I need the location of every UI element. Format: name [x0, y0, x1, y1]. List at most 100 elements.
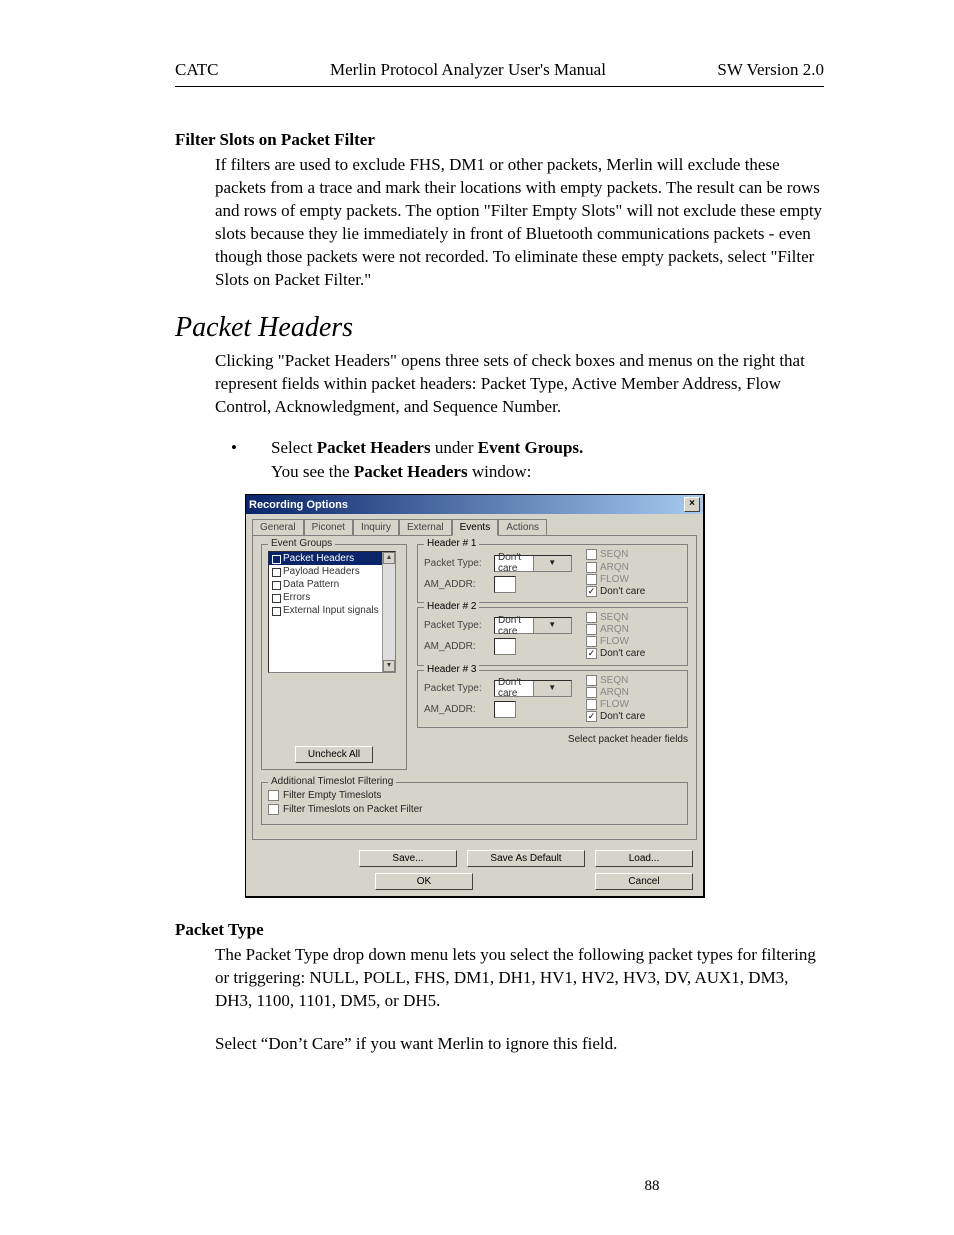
seqn-checkbox-3[interactable] [586, 675, 597, 686]
flag-label: SEQN [600, 612, 628, 623]
header-2-fieldset: Header # 2 Packet Type: Don't care ▼ [417, 607, 688, 666]
arqn-checkbox-3[interactable] [586, 687, 597, 698]
sub-prefix: You see the [271, 462, 354, 481]
arqn-checkbox-2[interactable] [586, 624, 597, 635]
checkbox-label: Filter Timeslots on Packet Filter [283, 804, 422, 815]
flow-checkbox-2[interactable] [586, 636, 597, 647]
flag-label: ARQN [600, 624, 629, 635]
flag-label: FLOW [600, 574, 629, 585]
filter-empty-timeslots-checkbox[interactable] [268, 790, 279, 801]
list-item[interactable]: Payload Headers [269, 565, 395, 578]
sub-suffix: window: [468, 462, 532, 481]
dontcare-checkbox-1[interactable]: ✓ [586, 586, 597, 597]
list-item[interactable]: Packet Headers [269, 552, 395, 565]
select-packet-header-fields-link[interactable]: Select packet header fields [417, 734, 688, 745]
page-number: 88 [175, 1178, 954, 1195]
header-2-legend: Header # 2 [424, 601, 479, 612]
tab-actions[interactable]: Actions [498, 519, 547, 535]
header-1-fieldset: Header # 1 Packet Type: Don't care ▼ [417, 544, 688, 603]
packet-type-combo-3[interactable]: Don't care ▼ [494, 680, 572, 697]
header-3-legend: Header # 3 [424, 664, 479, 675]
tab-events[interactable]: Events [452, 519, 499, 536]
packet-type-combo-1[interactable]: Don't care ▼ [494, 555, 572, 572]
combo-value: Don't care [495, 677, 533, 699]
checkbox-label: Filter Empty Timeslots [283, 791, 381, 802]
chevron-down-icon[interactable]: ▼ [533, 618, 572, 633]
seqn-checkbox-2[interactable] [586, 612, 597, 623]
dontcare-checkbox-3[interactable]: ✓ [586, 711, 597, 722]
am-addr-input-3[interactable] [494, 701, 516, 718]
save-as-default-button[interactable]: Save As Default [467, 850, 585, 867]
list-item[interactable]: External Input signals [269, 604, 395, 617]
list-item[interactable]: Errors [269, 591, 395, 604]
additional-timeslot-fieldset: Additional Timeslot Filtering Filter Emp… [261, 782, 688, 824]
sub-you-see: You see the Packet Headers window: [271, 462, 824, 482]
packet-type-body1: The Packet Type drop down menu lets you … [215, 944, 824, 1013]
flag-label: Don't care [600, 649, 645, 660]
filter-slots-body: If filters are used to exclude FHS, DM1 … [215, 154, 824, 292]
packet-type-combo-2[interactable]: Don't care ▼ [494, 617, 572, 634]
packet-type-body2: Select “Don’t Care” if you want Merlin t… [215, 1033, 824, 1056]
dialog-title: Recording Options [249, 499, 348, 511]
tab-piconet[interactable]: Piconet [304, 519, 353, 535]
flag-label: SEQN [600, 550, 628, 561]
bullet-bold2: Event Groups. [478, 438, 584, 457]
dialog-titlebar[interactable]: Recording Options × [246, 495, 703, 514]
tabs-row: GeneralPiconetInquiryExternalEventsActio… [246, 514, 703, 535]
am-addr-label: AM_ADDR: [424, 641, 490, 652]
packet-headers-intro: Clicking "Packet Headers" opens three se… [215, 350, 824, 419]
list-scrollbar[interactable]: ▲ ▼ [382, 552, 395, 672]
bullet-prefix: Select [271, 438, 317, 457]
am-addr-input-2[interactable] [494, 638, 516, 655]
event-groups-list[interactable]: Packet Headers Payload Headers Data Patt… [268, 551, 396, 673]
header-1-legend: Header # 1 [424, 538, 479, 549]
header-left: CATC [175, 60, 218, 80]
packet-type-label: Packet Type: [424, 620, 490, 631]
ok-button[interactable]: OK [375, 873, 473, 890]
chevron-down-icon[interactable]: ▼ [533, 556, 572, 571]
scroll-down-icon[interactable]: ▼ [383, 660, 395, 672]
header-center: Merlin Protocol Analyzer User's Manual [218, 60, 717, 80]
tab-external[interactable]: External [399, 519, 452, 535]
flow-checkbox-1[interactable] [586, 574, 597, 585]
recording-options-dialog: Recording Options × GeneralPiconetInquir… [245, 494, 705, 897]
packet-type-label: Packet Type: [424, 558, 490, 569]
header-right: SW Version 2.0 [717, 60, 824, 80]
event-groups-legend: Event Groups [268, 538, 335, 549]
am-addr-label: AM_ADDR: [424, 704, 490, 715]
combo-value: Don't care [495, 552, 533, 574]
flag-label: ARQN [600, 687, 629, 698]
scroll-up-icon[interactable]: ▲ [383, 552, 395, 564]
running-header: CATC Merlin Protocol Analyzer User's Man… [175, 60, 824, 87]
cancel-button[interactable]: Cancel [595, 873, 693, 890]
sub-bold: Packet Headers [354, 462, 468, 481]
am-addr-input-1[interactable] [494, 576, 516, 593]
arqn-checkbox-1[interactable] [586, 562, 597, 573]
flag-label: Don't care [600, 711, 645, 722]
packet-type-heading: Packet Type [175, 920, 824, 940]
bullet-select-packet-headers: •Select Packet Headers under Event Group… [271, 438, 824, 458]
tab-panel-events: Event Groups Packet Headers Payload Head… [252, 535, 697, 839]
close-icon[interactable]: × [684, 497, 700, 512]
flow-checkbox-3[interactable] [586, 699, 597, 710]
bullet-mid: under [431, 438, 478, 457]
flag-label: ARQN [600, 562, 629, 573]
flag-label: Don't care [600, 586, 645, 597]
tab-general[interactable]: General [252, 519, 304, 535]
filter-slots-heading: Filter Slots on Packet Filter [175, 130, 824, 150]
packet-type-label: Packet Type: [424, 683, 490, 694]
seqn-checkbox-1[interactable] [586, 549, 597, 560]
chevron-down-icon[interactable]: ▼ [533, 681, 572, 696]
list-item[interactable]: Data Pattern [269, 578, 395, 591]
am-addr-label: AM_ADDR: [424, 579, 490, 590]
filter-timeslots-packet-filter-checkbox[interactable] [268, 804, 279, 815]
dontcare-checkbox-2[interactable]: ✓ [586, 648, 597, 659]
combo-value: Don't care [495, 615, 533, 637]
packet-headers-title: Packet Headers [175, 312, 824, 344]
save-button[interactable]: Save... [359, 850, 457, 867]
tab-inquiry[interactable]: Inquiry [353, 519, 399, 535]
load-button[interactable]: Load... [595, 850, 693, 867]
header-3-fieldset: Header # 3 Packet Type: Don't care ▼ [417, 670, 688, 729]
flag-label: FLOW [600, 699, 629, 710]
uncheck-all-button[interactable]: Uncheck All [295, 746, 373, 763]
